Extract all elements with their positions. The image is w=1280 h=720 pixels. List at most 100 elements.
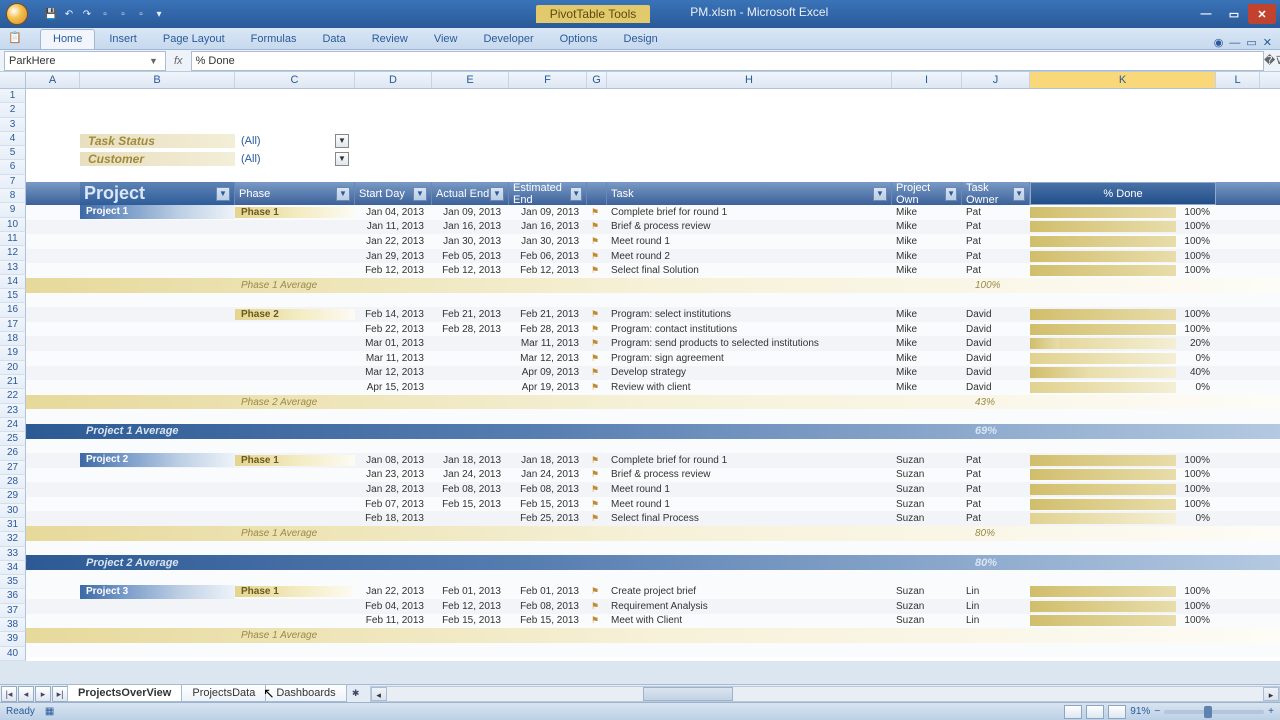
row-header[interactable]: 15 — [0, 289, 26, 303]
row-header[interactable]: 6 — [0, 160, 26, 174]
ribbon-tab-review[interactable]: Review — [360, 30, 420, 49]
pivot-data-row[interactable]: Feb 22, 2013Feb 28, 2013Feb 28, 2013⚑Pro… — [26, 322, 1280, 337]
scroll-left-icon[interactable]: ◂ — [371, 687, 387, 701]
pivot-data-row[interactable]: Feb 04, 2013Feb 12, 2013Feb 08, 2013⚑Req… — [26, 599, 1280, 614]
save-icon[interactable]: 💾 — [44, 7, 58, 21]
row-header[interactable]: 31 — [0, 518, 26, 532]
row-header[interactable]: 27 — [0, 461, 26, 475]
pivot-field-towner[interactable]: Task Owner▼ — [962, 182, 1030, 205]
scroll-right-icon[interactable]: ▸ — [1263, 687, 1279, 701]
pivot-field-task[interactable]: Task▼ — [607, 182, 892, 205]
row-header[interactable]: 8 — [0, 189, 26, 203]
col-header-G[interactable]: G — [587, 72, 607, 88]
qat-more-icon[interactable]: ▾ — [152, 7, 166, 21]
row-header[interactable]: 3 — [0, 118, 26, 132]
pivot-field-done[interactable]: % Done — [1030, 182, 1216, 205]
row-header[interactable]: 1 — [0, 89, 26, 103]
row-header[interactable]: 21 — [0, 375, 26, 389]
new-sheet-icon[interactable]: ✱ — [348, 686, 364, 702]
pivot-data-row[interactable]: Project 2Phase 1Jan 08, 2013Jan 18, 2013… — [26, 453, 1280, 468]
sheet-tab-projectsoverview[interactable]: ProjectsOverView — [67, 685, 182, 702]
pivot-data-row[interactable]: Feb 12, 2013Feb 12, 2013Feb 12, 2013⚑Sel… — [26, 263, 1280, 278]
undo-icon[interactable]: ↶ — [62, 7, 76, 21]
maximize-button[interactable]: ▭ — [1220, 4, 1248, 24]
horizontal-scrollbar[interactable]: ◂ ▸ — [370, 686, 1280, 702]
col-header-H[interactable]: H — [607, 72, 892, 88]
qat-icon[interactable]: ▫ — [134, 7, 148, 21]
pivot-field-actual[interactable]: Actual End▼ — [432, 182, 509, 205]
sheet-nav-prev[interactable]: ◂ — [18, 686, 34, 702]
row-header[interactable]: 38 — [0, 618, 26, 632]
ribbon-tab-options[interactable]: Options — [548, 30, 610, 49]
row-header[interactable]: 16 — [0, 303, 26, 317]
pivot-data-row[interactable]: Phase 2Feb 14, 2013Feb 21, 2013Feb 21, 2… — [26, 307, 1280, 322]
row-header[interactable]: 36 — [0, 589, 26, 603]
row-header[interactable]: 12 — [0, 246, 26, 260]
row-header[interactable]: 33 — [0, 547, 26, 561]
pivot-field-phase[interactable]: Phase▼ — [235, 182, 355, 205]
row-header[interactable]: 24 — [0, 418, 26, 432]
select-all-corner[interactable] — [0, 72, 26, 88]
row-header[interactable]: 39 — [0, 632, 26, 646]
pivot-data-row[interactable]: Mar 12, 2013Apr 09, 2013⚑Develop strateg… — [26, 366, 1280, 381]
row-header[interactable]: 7 — [0, 175, 26, 189]
row-header[interactable]: 40 — [0, 647, 26, 661]
row-header[interactable]: 9 — [0, 203, 26, 217]
paste-icon-small[interactable]: 📋 — [8, 31, 30, 49]
pivot-data-row[interactable]: Jan 28, 2013Feb 08, 2013Feb 08, 2013⚑Mee… — [26, 482, 1280, 497]
zoom-in-icon[interactable]: + — [1268, 706, 1274, 717]
pivot-data-row[interactable]: Mar 01, 2013Mar 11, 2013⚑Program: send p… — [26, 336, 1280, 351]
col-header-F[interactable]: F — [509, 72, 587, 88]
col-header-A[interactable]: A — [26, 72, 80, 88]
sheet-tab-dashboards[interactable]: Dashboards — [265, 685, 346, 702]
row-header[interactable]: 25 — [0, 432, 26, 446]
col-header-I[interactable]: I — [892, 72, 962, 88]
pivot-data-row[interactable]: Apr 15, 2013Apr 19, 2013⚑Review with cli… — [26, 380, 1280, 395]
fx-icon[interactable]: fx — [166, 55, 191, 67]
row-header[interactable]: 37 — [0, 604, 26, 618]
row-header[interactable]: 32 — [0, 532, 26, 546]
row-header[interactable]: 13 — [0, 261, 26, 275]
pivot-data-row[interactable]: Feb 07, 2013Feb 15, 2013Feb 15, 2013⚑Mee… — [26, 497, 1280, 512]
sheet-nav-next[interactable]: ▸ — [35, 686, 51, 702]
col-header-J[interactable]: J — [962, 72, 1030, 88]
row-header[interactable]: 22 — [0, 389, 26, 403]
pivot-data-row[interactable]: Feb 18, 2013Feb 25, 2013⚑Select final Pr… — [26, 511, 1280, 526]
ribbon-tab-home[interactable]: Home — [40, 29, 95, 49]
row-header[interactable]: 17 — [0, 318, 26, 332]
row-header[interactable]: 2 — [0, 103, 26, 117]
row-header[interactable]: 35 — [0, 575, 26, 589]
pivot-data-row[interactable]: Jan 22, 2013Jan 30, 2013Jan 30, 2013⚑Mee… — [26, 234, 1280, 249]
scroll-thumb[interactable] — [643, 687, 733, 701]
row-header[interactable]: 10 — [0, 218, 26, 232]
ribbon-tab-view[interactable]: View — [422, 30, 470, 49]
redo-icon[interactable]: ↷ — [80, 7, 94, 21]
col-header-L[interactable]: L — [1216, 72, 1260, 88]
pivot-data-row[interactable]: Project 1Phase 1Jan 04, 2013Jan 09, 2013… — [26, 205, 1280, 220]
zoom-slider[interactable] — [1164, 710, 1264, 714]
pivot-data-row[interactable]: Jan 29, 2013Feb 05, 2013Feb 06, 2013⚑Mee… — [26, 249, 1280, 264]
ribbon-tab-page-layout[interactable]: Page Layout — [151, 30, 237, 49]
worksheet-grid[interactable]: 1234567891011121314151617181920212223242… — [0, 89, 1280, 661]
ribbon-tab-design[interactable]: Design — [612, 30, 670, 49]
pivot-data-row[interactable]: Project 3Phase 1Jan 22, 2013Feb 01, 2013… — [26, 584, 1280, 599]
row-header[interactable]: 11 — [0, 232, 26, 246]
row-header[interactable]: 30 — [0, 504, 26, 518]
row-header[interactable]: 20 — [0, 361, 26, 375]
pivot-field-project[interactable]: Project▼ — [80, 182, 235, 205]
page-layout-view-icon[interactable] — [1086, 705, 1104, 719]
ribbon-tab-insert[interactable]: Insert — [97, 30, 149, 49]
col-header-K[interactable]: K — [1030, 72, 1216, 88]
col-header-D[interactable]: D — [355, 72, 432, 88]
minimize-button[interactable]: — — [1192, 4, 1220, 24]
sheet-nav-first[interactable]: |◂ — [1, 686, 17, 702]
qat-icon[interactable]: ▫ — [98, 7, 112, 21]
filter-dropdown-icon[interactable]: ▼ — [335, 152, 349, 166]
zoom-out-icon[interactable]: − — [1154, 706, 1160, 717]
close-button[interactable]: ✕ — [1248, 4, 1276, 24]
row-header[interactable]: 23 — [0, 404, 26, 418]
pivot-data-row[interactable]: Jan 23, 2013Jan 24, 2013Jan 24, 2013⚑Bri… — [26, 468, 1280, 483]
row-header[interactable]: 14 — [0, 275, 26, 289]
row-header[interactable]: 26 — [0, 446, 26, 460]
page-break-view-icon[interactable] — [1108, 705, 1126, 719]
